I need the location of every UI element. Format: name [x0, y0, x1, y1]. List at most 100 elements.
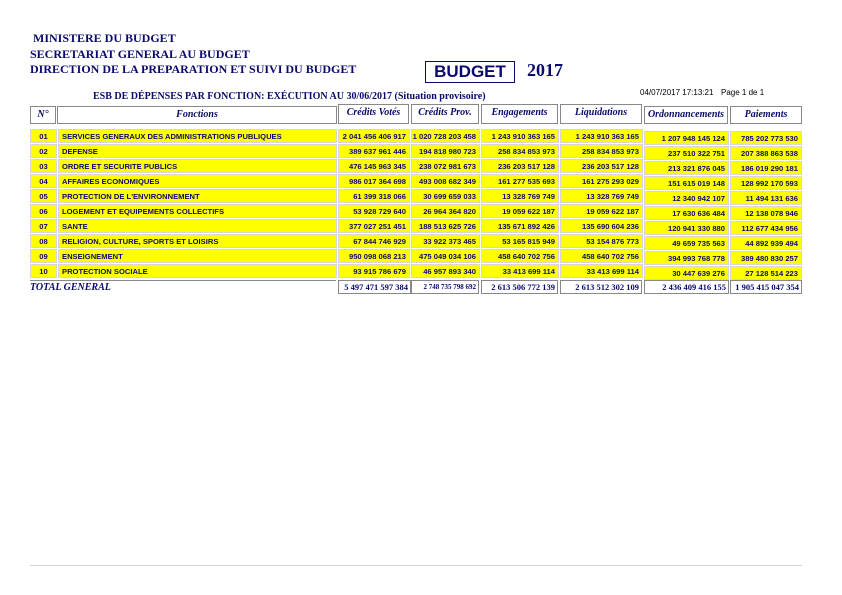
row-credits-prov: 493 008 682 349	[411, 174, 480, 188]
budget-year: 2017	[527, 60, 563, 80]
row-liquidations: 53 154 876 773	[560, 234, 643, 248]
secretariat-title: SECRETARIAT GENERAL AU BUDGET	[30, 47, 250, 61]
row-credits-votes: 476 145 963 345	[338, 159, 410, 173]
row-credits-prov: 26 964 364 820	[411, 204, 480, 218]
print-timestamp: 04/07/2017 17:13:21	[640, 88, 714, 97]
row-credits-prov: 238 072 981 673	[411, 159, 480, 173]
row-liquidations: 236 203 517 128	[560, 159, 643, 173]
table-row: 07 SANTE 377 027 251 451 188 513 625 726 135…	[30, 219, 802, 235]
row-credits-votes: 950 098 068 213	[338, 249, 410, 263]
total-credits-votes: 5 497 471 597 384	[338, 280, 411, 294]
col-header-credits-votes: Crédits Votés	[338, 104, 409, 124]
row-credits-votes: 53 928 729 640	[338, 204, 410, 218]
row-paiements: 11 494 131 636	[730, 191, 802, 205]
table-row: 02 DEFENSE 389 637 961 446 194 818 980 723 2…	[30, 144, 802, 160]
row-number: 05	[30, 189, 57, 203]
row-ordonnancements: 120 941 330 880	[644, 221, 729, 235]
row-credits-votes: 377 027 251 451	[338, 219, 410, 233]
row-liquidations: 258 834 853 973	[560, 144, 643, 158]
col-header-no: N°	[30, 106, 56, 124]
total-ordonnancements: 2 436 409 416 155	[644, 280, 729, 294]
row-fonction: SERVICES GENERAUX DES ADMINISTRATIONS PU…	[58, 129, 337, 143]
ministry-title: MINISTERE DU BUDGET	[33, 31, 176, 45]
row-number: 06	[30, 204, 57, 218]
direction-title: DIRECTION DE LA PREPARATION ET SUIVI DU …	[30, 62, 357, 76]
row-number: 03	[30, 159, 57, 173]
row-credits-votes: 986 017 364 698	[338, 174, 410, 188]
col-header-credits-prov: Crédits Prov.	[411, 104, 479, 124]
total-credits-prov: 2 748 735 798 692	[411, 280, 479, 294]
row-number: 08	[30, 234, 57, 248]
row-paiements: 12 138 078 946	[730, 206, 802, 220]
total-liquidations: 2 613 512 302 109	[560, 280, 642, 294]
col-header-engagements: Engagements	[481, 104, 558, 124]
total-engagements: 2 613 506 772 139	[481, 280, 558, 294]
row-fonction: SANTE	[58, 219, 337, 233]
report-subtitle: ESB DE DÉPENSES PAR FONCTION: EXÉCUTION …	[93, 91, 486, 102]
row-fonction: ORDRE ET SECURITE PUBLICS	[58, 159, 337, 173]
row-engagements: 236 203 517 128	[481, 159, 559, 173]
row-engagements: 53 165 815 949	[481, 234, 559, 248]
row-credits-prov: 1 020 728 203 458	[411, 129, 480, 143]
row-number: 09	[30, 249, 57, 263]
row-engagements: 258 834 853 973	[481, 144, 559, 158]
col-header-ordonnancements: Ordonnancements	[644, 106, 728, 124]
row-credits-prov: 188 513 625 726	[411, 219, 480, 233]
row-liquidations: 1 243 910 363 165	[560, 129, 643, 143]
row-paiements: 128 992 170 593	[730, 176, 802, 190]
row-credits-prov: 475 049 034 106	[411, 249, 480, 263]
row-engagements: 1 243 910 363 165	[481, 129, 559, 143]
row-paiements: 112 677 434 956	[730, 221, 802, 235]
row-fonction: DEFENSE	[58, 144, 337, 158]
row-credits-prov: 46 957 893 340	[411, 264, 480, 278]
row-liquidations: 13 328 769 749	[560, 189, 643, 203]
table-row: 10 PROTECTION SOCIALE 93 915 786 679 46 957…	[30, 264, 802, 280]
row-fonction: PROTECTION DE L'ENVIRONNEMENT	[58, 189, 337, 203]
row-liquidations: 458 640 702 756	[560, 249, 643, 263]
row-ordonnancements: 1 207 948 145 124	[644, 131, 729, 145]
row-fonction: PROTECTION SOCIALE	[58, 264, 337, 278]
row-fonction: AFFAIRES ECONOMIQUES	[58, 174, 337, 188]
row-credits-votes: 2 041 456 406 917	[338, 129, 410, 143]
table-row: 01 SERVICES GENERAUX DES ADMINISTRATIONS …	[30, 129, 802, 145]
table-row: 06 LOGEMENT ET EQUIPEMENTS COLLECTIFS 53 9…	[30, 204, 802, 220]
row-paiements: 785 202 773 530	[730, 131, 802, 145]
row-ordonnancements: 151 615 019 148	[644, 176, 729, 190]
row-engagements: 458 640 702 756	[481, 249, 559, 263]
page-indicator: Page 1 de 1	[721, 88, 765, 97]
table-row: 04 AFFAIRES ECONOMIQUES 986 017 364 698 493…	[30, 174, 802, 190]
total-paiements: 1 905 415 047 354	[730, 280, 802, 294]
table-row: 08 RELIGION, CULTURE, SPORTS ET LOISIRS 67…	[30, 234, 802, 250]
budget-label-box: BUDGET	[425, 61, 515, 83]
total-label: TOTAL GENERAL	[30, 280, 336, 294]
row-credits-votes: 67 844 746 929	[338, 234, 410, 248]
row-credits-prov: 30 699 659 033	[411, 189, 480, 203]
row-engagements: 19 059 622 187	[481, 204, 559, 218]
table-row: 05 PROTECTION DE L'ENVIRONNEMENT 61 399 31…	[30, 189, 802, 205]
row-engagements: 135 671 892 426	[481, 219, 559, 233]
row-ordonnancements: 30 447 639 276	[644, 266, 729, 280]
row-liquidations: 161 275 293 029	[560, 174, 643, 188]
row-ordonnancements: 49 659 735 563	[644, 236, 729, 250]
row-paiements: 44 892 939 494	[730, 236, 802, 250]
row-liquidations: 135 690 604 236	[560, 219, 643, 233]
row-liquidations: 33 413 699 114	[560, 264, 643, 278]
row-number: 02	[30, 144, 57, 158]
table-row: 09 ENSEIGNEMENT 950 098 068 213 475 049 034…	[30, 249, 802, 265]
row-fonction: RELIGION, CULTURE, SPORTS ET LOISIRS	[58, 234, 337, 248]
row-engagements: 13 328 769 749	[481, 189, 559, 203]
row-number: 07	[30, 219, 57, 233]
row-engagements: 161 277 535 693	[481, 174, 559, 188]
row-credits-votes: 389 637 961 446	[338, 144, 410, 158]
row-credits-prov: 33 922 373 465	[411, 234, 480, 248]
footer-divider	[30, 565, 802, 566]
col-header-paiements: Paiements	[730, 106, 802, 124]
row-fonction: ENSEIGNEMENT	[58, 249, 337, 263]
row-number: 04	[30, 174, 57, 188]
row-paiements: 186 019 290 181	[730, 161, 802, 175]
row-credits-votes: 61 399 318 066	[338, 189, 410, 203]
row-paiements: 207 388 863 538	[730, 146, 802, 160]
row-ordonnancements: 213 321 876 045	[644, 161, 729, 175]
row-number: 01	[30, 129, 57, 143]
row-ordonnancements: 394 993 768 778	[644, 251, 729, 265]
